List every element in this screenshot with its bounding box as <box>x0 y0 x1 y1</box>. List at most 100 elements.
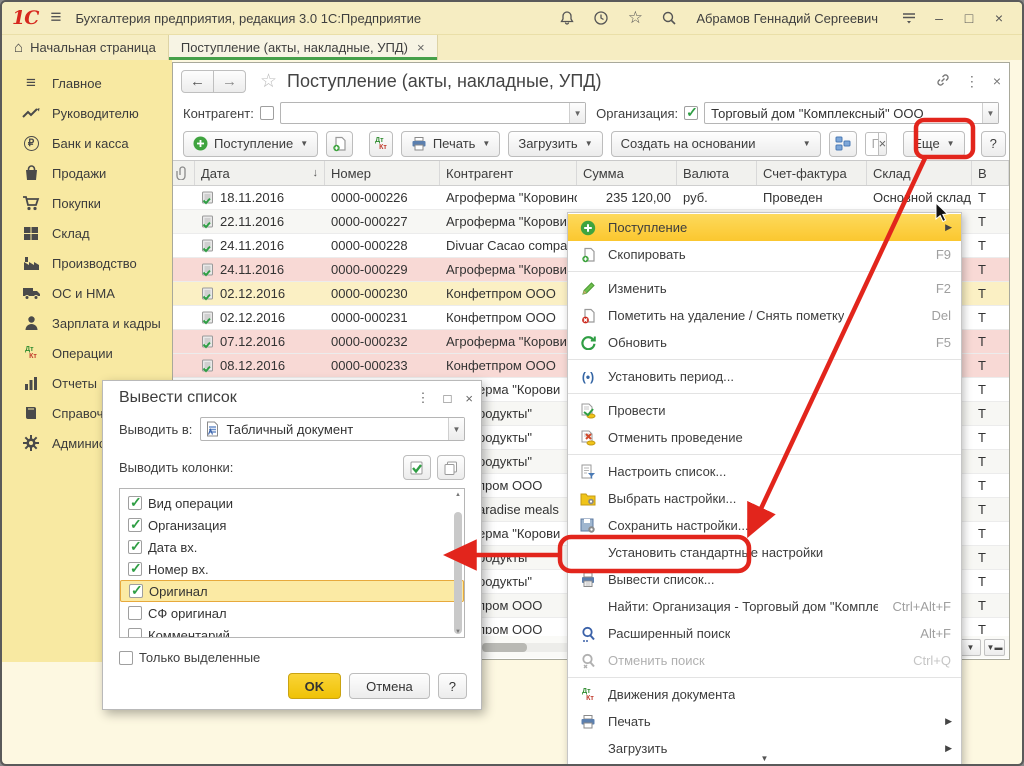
check-all-button[interactable] <box>403 455 431 480</box>
table-header[interactable]: Дата↓ Номер Контрагент Сумма Валюта Счет… <box>173 161 1009 186</box>
menu-item[interactable]: Настроить список... <box>568 458 961 485</box>
get-link-icon[interactable] <box>935 72 951 91</box>
dialog-columns-list[interactable]: Вид операции Организация Дата вх. Номер … <box>119 488 465 638</box>
tab-receipts[interactable]: Поступление (акты, накладные, УПД) × <box>168 35 438 60</box>
menu-item[interactable]: Найти: Организация - Торговый дом "Компл… <box>568 593 961 620</box>
menu-item[interactable]: Установить стандартные настройки <box>568 539 961 566</box>
scrollbar-thumb[interactable] <box>482 643 527 652</box>
more-button[interactable]: Еще ▼ <box>903 131 964 157</box>
menu-item[interactable]: Сохранить настройки... <box>568 512 961 539</box>
column-option[interactable]: Дата вх. <box>120 536 464 558</box>
tab-home[interactable]: ⌂ Начальная страница <box>2 35 168 60</box>
scrollbar-thumb[interactable] <box>454 512 462 634</box>
menu-item-output-list[interactable]: Вывести список... <box>568 566 961 593</box>
dialog-maximize-icon[interactable]: □ <box>444 391 452 406</box>
maximize-button[interactable]: □ <box>956 10 982 26</box>
sidebar-item[interactable]: Склад <box>2 218 172 248</box>
menu-scroll-down-icon[interactable]: ▼ <box>568 754 961 763</box>
chevron-down-icon[interactable]: ▼ <box>982 103 998 123</box>
column-option[interactable]: Организация <box>120 514 464 536</box>
minimize-button[interactable]: – <box>926 10 952 26</box>
dialog-close-icon[interactable]: × <box>465 391 473 406</box>
menu-item[interactable]: Скопировать F9 <box>568 241 961 268</box>
menu-item[interactable]: (•) Установить период... <box>568 363 961 390</box>
output-to-combo[interactable]: Табличный документ ▼ <box>200 417 465 441</box>
menu-item[interactable]: Выбрать настройки... <box>568 485 961 512</box>
help-button[interactable]: ? <box>981 131 1006 157</box>
menu-item[interactable]: ДтКт Движения документа <box>568 681 961 708</box>
scroll-to-end-button[interactable]: ▼▬ <box>984 639 1005 656</box>
counterparty-checkbox[interactable] <box>260 106 274 120</box>
uncheck-all-button[interactable] <box>437 455 465 480</box>
chevron-down-icon[interactable]: ▼ <box>569 103 585 123</box>
column-checkbox[interactable] <box>128 540 142 554</box>
menu-item[interactable]: Печать <box>568 708 961 735</box>
table-row[interactable]: 18.11.2016 0000-000226 Агроферма "Корови… <box>173 186 1009 210</box>
search-input[interactable]: Поиск (Ctrl+F) <box>865 132 879 156</box>
column-checkbox[interactable] <box>128 628 142 638</box>
tab-close-icon[interactable]: × <box>417 40 425 55</box>
column-option[interactable]: Номер вх. <box>120 558 464 580</box>
column-option[interactable]: Оригинал <box>120 580 464 602</box>
create-receipt-button[interactable]: Поступление ▼ <box>183 131 318 157</box>
close-button[interactable]: × <box>986 10 1012 26</box>
column-checkbox[interactable] <box>128 496 142 510</box>
sidebar-item[interactable]: Покупки <box>2 188 172 218</box>
dialog-more-icon[interactable]: ⋮ <box>417 390 430 406</box>
menu-item[interactable]: Обновить F5 <box>568 329 961 356</box>
create-based-button[interactable]: Создать на основании ▼ <box>611 131 821 157</box>
only-selected-checkbox[interactable] <box>119 651 133 665</box>
menu-item[interactable]: Провести <box>568 397 961 424</box>
form-more-icon[interactable]: ⋮ <box>965 73 979 90</box>
print-button[interactable]: Печать ▼ <box>401 131 501 157</box>
dialog-list-scrollbar[interactable]: ▲ ▼ <box>453 492 463 634</box>
column-checkbox[interactable] <box>128 606 142 620</box>
favorite-star-icon[interactable]: ☆ <box>260 70 277 93</box>
scroll-down-button[interactable]: ▼ <box>960 639 981 656</box>
favorites-icon[interactable]: ☆ <box>622 7 648 29</box>
column-option[interactable]: СФ оригинал <box>120 602 464 624</box>
organization-combo[interactable]: Торговый дом "Комплексный" ООО ▼ <box>704 102 999 124</box>
search-icon[interactable] <box>656 7 682 29</box>
ok-button[interactable]: OK <box>288 673 342 699</box>
column-option[interactable]: Вид операции <box>120 492 464 514</box>
load-button[interactable]: Загрузить ▼ <box>508 131 602 157</box>
menu-item[interactable]: Изменить F2 <box>568 275 961 302</box>
sidebar-item[interactable]: Производство <box>2 248 172 278</box>
history-icon[interactable] <box>588 7 614 29</box>
sidebar-item[interactable]: ОС и НМА <box>2 278 172 308</box>
column-checkbox[interactable] <box>128 562 142 576</box>
column-checkbox[interactable] <box>128 518 142 532</box>
service-settings-icon[interactable] <box>896 7 922 29</box>
chevron-down-icon[interactable]: ▼ <box>448 418 464 440</box>
organization-checkbox[interactable] <box>684 106 698 120</box>
dtkt-button[interactable]: ДтКт <box>369 131 393 157</box>
copy-button[interactable] <box>326 131 353 157</box>
sidebar-item[interactable]: ДтКт Операции <box>2 338 172 368</box>
col-sum: Сумма <box>577 161 677 185</box>
sidebar-item[interactable]: ₽ Банк и касса <box>2 128 172 158</box>
column-checkbox[interactable] <box>129 584 143 598</box>
main-menu-icon[interactable]: ≡ <box>50 7 61 29</box>
menu-item-shortcut: Del <box>917 308 951 323</box>
sidebar-item[interactable]: Зарплата и кадры <box>2 308 172 338</box>
menu-item[interactable]: Расширенный поиск Alt+F <box>568 620 961 647</box>
current-user[interactable]: Абрамов Геннадий Сергеевич <box>696 11 878 26</box>
menu-item[interactable]: Отменить проведение <box>568 424 961 451</box>
menu-item[interactable]: Пометить на удаление / Снять пометку Del <box>568 302 961 329</box>
notifications-icon[interactable] <box>554 7 580 29</box>
form-close-icon[interactable]: × <box>993 73 1001 89</box>
forward-button[interactable]: → <box>213 70 246 93</box>
sidebar-item[interactable]: Продажи <box>2 158 172 188</box>
menu-item[interactable]: Отменить поиск Ctrl+Q <box>568 647 961 674</box>
clear-search-icon[interactable]: × <box>879 132 888 156</box>
cancel-button[interactable]: Отмена <box>349 673 430 699</box>
menu-item[interactable]: Поступление <box>568 214 961 241</box>
sidebar-item[interactable]: Руководителю <box>2 98 172 128</box>
counterparty-combo[interactable]: ▼ <box>280 102 586 124</box>
related-documents-button[interactable] <box>829 131 857 157</box>
sidebar-item[interactable]: ≡ Главное <box>2 68 172 98</box>
dialog-help-button[interactable]: ? <box>438 673 467 699</box>
back-button[interactable]: ← <box>181 70 214 93</box>
column-option[interactable]: Комментарий <box>120 624 464 638</box>
